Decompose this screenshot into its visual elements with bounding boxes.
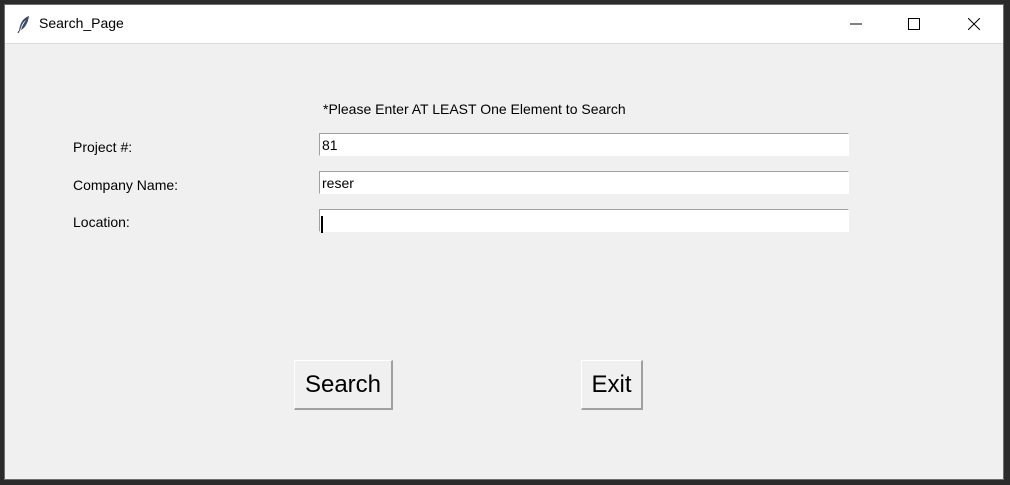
instruction-text: *Please Enter AT LEAST One Element to Se…: [323, 101, 626, 117]
close-button[interactable]: [945, 5, 1003, 43]
exit-button[interactable]: Exit: [581, 360, 643, 410]
maximize-icon: [908, 18, 920, 30]
company-name-label: Company Name:: [73, 177, 179, 193]
location-label: Location:: [73, 214, 130, 230]
maximize-button[interactable]: [885, 5, 943, 43]
feather-icon: [17, 15, 31, 34]
close-icon: [968, 18, 980, 30]
project-number-input[interactable]: [319, 133, 849, 156]
search-button[interactable]: Search: [294, 360, 393, 410]
minimize-icon: [850, 18, 862, 30]
project-number-label: Project #:: [73, 139, 133, 155]
company-name-input[interactable]: [319, 171, 849, 194]
form-area: *Please Enter AT LEAST One Element to Se…: [5, 43, 1003, 479]
window-title: Search_Page: [39, 15, 124, 31]
search-page-window: Search_Page *Please Enter AT LEAST One E…: [4, 4, 1004, 480]
text-cursor: [321, 216, 323, 233]
title-bar[interactable]: Search_Page: [5, 5, 1003, 43]
location-input[interactable]: [319, 209, 849, 232]
minimize-button[interactable]: [827, 5, 885, 43]
